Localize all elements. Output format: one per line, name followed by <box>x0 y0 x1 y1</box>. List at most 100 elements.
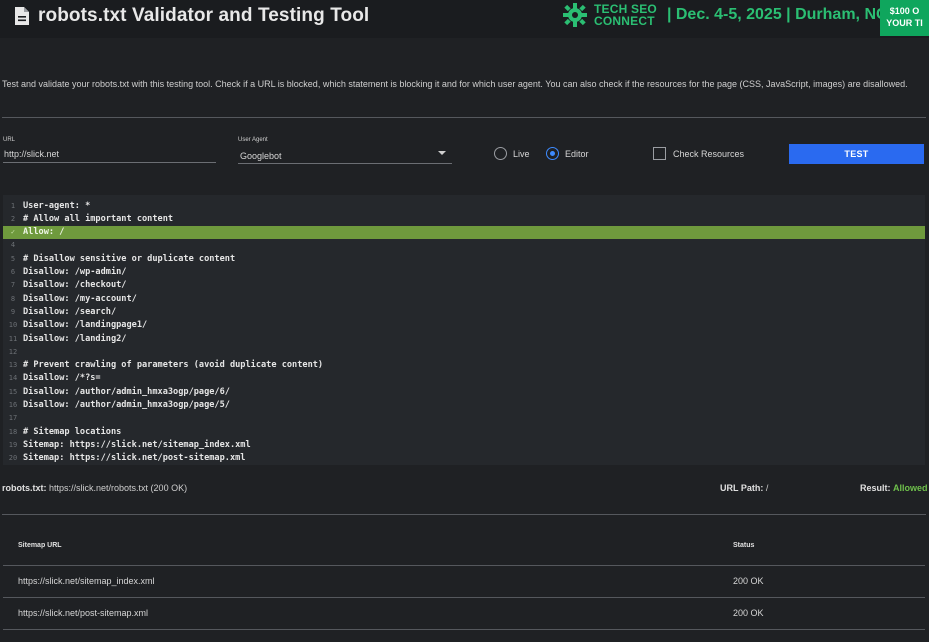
check-icon: ✓ <box>10 228 16 237</box>
result-status: Result: Allowed <box>860 483 928 493</box>
title-wrap: robots.txt Validator and Testing Tool <box>14 4 369 28</box>
url-label: URL <box>3 137 16 143</box>
code-line-text: Disallow: /author/admin_hmxa3ogp/page/5/ <box>23 400 230 410</box>
code-line[interactable]: 14 Disallow: /*?s= <box>3 372 925 385</box>
line-number: 10 <box>8 321 18 330</box>
url-input[interactable] <box>3 146 216 163</box>
code-line[interactable]: 4 <box>3 239 925 252</box>
code-line[interactable]: 6 Disallow: /wp-admin/ <box>3 266 925 279</box>
radio-editor-indicator[interactable] <box>546 147 559 160</box>
line-number: 6 <box>10 268 16 276</box>
code-line-text: Disallow: /*?s= <box>23 373 101 384</box>
line-number: 2 <box>10 214 16 223</box>
code-line[interactable]: 17 <box>3 412 925 425</box>
line-number: 9 <box>10 307 16 316</box>
gear-icon <box>563 3 587 27</box>
table-divider <box>3 629 925 630</box>
code-line[interactable]: 5 # Disallow sensitive or duplicate conte… <box>3 252 925 265</box>
sitemap-url-cell[interactable]: https://slick.net/post-sitemap.xml <box>18 608 148 618</box>
divider <box>2 117 926 118</box>
intro-text: Test and validate your robots.txt with t… <box>2 79 908 89</box>
line-number: 4 <box>10 241 16 250</box>
sitemap-url-cell[interactable]: https://slick.net/sitemap_index.xml <box>18 576 155 586</box>
result-label: Result: <box>860 483 891 493</box>
url-path-value: / <box>765 483 769 493</box>
promo-cta-line2: YOUR TI <box>886 18 923 28</box>
code-line-matched[interactable]: ✓ Allow: / <box>3 225 925 239</box>
check-resources-checkbox[interactable]: Check Resources <box>653 147 744 160</box>
top-bar: robots.txt Validator and Testing Tool TE… <box>0 0 929 38</box>
radio-live-label: Live <box>513 148 530 159</box>
test-button[interactable]: TEST <box>789 144 924 164</box>
code-line-text: Disallow: /landing2/ <box>23 333 127 344</box>
divider <box>2 514 926 515</box>
caret-down-icon <box>438 151 446 155</box>
user-agent-value: Googlebot <box>240 151 282 161</box>
line-number: 15 <box>8 387 18 396</box>
code-line[interactable]: 2 # Allow all important content <box>3 212 925 225</box>
line-number: 19 <box>8 440 18 449</box>
code-line-text: User-agent: * <box>23 200 91 211</box>
promo-brand-line2: CONNECT <box>594 14 655 28</box>
robots-status: robots.txt: https://slick.net/robots.txt… <box>2 483 187 493</box>
line-number: 18 <box>8 427 18 436</box>
user-agent-label: User Agent <box>238 137 268 143</box>
code-line-text: Allow: / <box>23 227 65 238</box>
line-number: 13 <box>8 361 18 370</box>
code-line-text: # Prevent crawling of parameters (avoid … <box>23 360 324 371</box>
code-line-text: # Allow all important content <box>23 213 174 224</box>
promo-brand: TECH SEO CONNECT <box>594 3 657 27</box>
page-title: robots.txt Validator and Testing Tool <box>38 5 370 26</box>
sitemap-url-header: Sitemap URL <box>18 542 62 549</box>
code-line[interactable]: 20 Sitemap: https://slick.net/post-sitema… <box>3 452 925 465</box>
code-line-text: Disallow: /checkout/ <box>23 280 127 291</box>
line-number: 7 <box>10 281 16 290</box>
radio-live-indicator[interactable] <box>494 147 507 160</box>
sitemap-status-cell: 200 OK <box>733 608 764 618</box>
line-number: 1 <box>10 201 16 210</box>
line-number: 20 <box>8 454 18 463</box>
code-line-text: # Sitemap locations <box>23 426 122 437</box>
code-line-text: Sitemap: https://slick.net/post-sitemap.… <box>23 453 246 464</box>
code-line[interactable]: 1 User-agent: * <box>3 199 925 212</box>
code-line[interactable]: 16 Disallow: /author/admin_hmxa3ogp/page/… <box>3 399 925 412</box>
code-line[interactable]: 10 Disallow: /landingpage1/ <box>3 319 925 332</box>
robots-editor[interactable]: 1 User-agent: * 2 # Allow all important con… <box>3 195 925 465</box>
table-divider <box>3 565 925 566</box>
code-line[interactable]: 12 <box>3 345 925 358</box>
line-number: 16 <box>8 401 18 409</box>
code-line[interactable]: 15 Disallow: /author/admin_hmxa3ogp/page/… <box>3 385 925 398</box>
promo-cta-line1: $100 O <box>889 6 920 16</box>
line-number: 14 <box>8 374 18 383</box>
radio-live[interactable]: Live <box>494 147 530 160</box>
code-line-text: Disallow: /my-account/ <box>23 293 137 304</box>
code-line[interactable]: 11 Disallow: /landing2/ <box>3 332 925 345</box>
user-agent-select[interactable]: Googlebot <box>238 146 452 164</box>
result-value: Allowed <box>893 483 928 493</box>
check-resources-box[interactable] <box>653 147 666 160</box>
code-line-text: Disallow: /landingpage1/ <box>23 320 148 331</box>
line-number: 11 <box>8 334 18 343</box>
code-line[interactable]: 7 Disallow: /checkout/ <box>3 279 925 292</box>
promo-text: | Dec. 4-5, 2025 | Durham, NC <box>666 6 888 23</box>
url-path-status: URL Path: / <box>720 483 768 493</box>
code-line[interactable]: 9 Disallow: /search/ <box>3 305 925 318</box>
radio-editor[interactable]: Editor <box>546 147 589 160</box>
code-line-text: Sitemap: https://slick.net/sitemap_index… <box>23 439 251 450</box>
url-path-label: URL Path: <box>720 483 764 493</box>
code-line-text: Disallow: /search/ <box>23 306 117 317</box>
sitemap-status-header: Status <box>733 542 755 549</box>
table-divider <box>3 597 925 598</box>
line-number: 17 <box>8 414 18 423</box>
code-line-text: # Disallow sensitive or duplicate conten… <box>23 253 236 264</box>
line-number: 8 <box>10 294 16 303</box>
promo-banner[interactable]: TECH SEO CONNECT | Dec. 4-5, 2025 | Durh… <box>562 0 888 30</box>
code-line[interactable]: 13 # Prevent crawling of parameters (avoi… <box>3 359 925 372</box>
code-line[interactable]: 18 # Sitemap locations <box>3 425 925 438</box>
promo-cta-button[interactable]: $100 O YOUR TI <box>880 0 929 36</box>
robots-status-label: robots.txt: <box>2 483 47 493</box>
code-line[interactable]: 19 Sitemap: https://slick.net/sitemap_ind… <box>3 438 925 451</box>
code-line[interactable]: 8 Disallow: /my-account/ <box>3 292 925 305</box>
line-number: 12 <box>8 347 18 356</box>
line-number: 5 <box>10 254 16 263</box>
